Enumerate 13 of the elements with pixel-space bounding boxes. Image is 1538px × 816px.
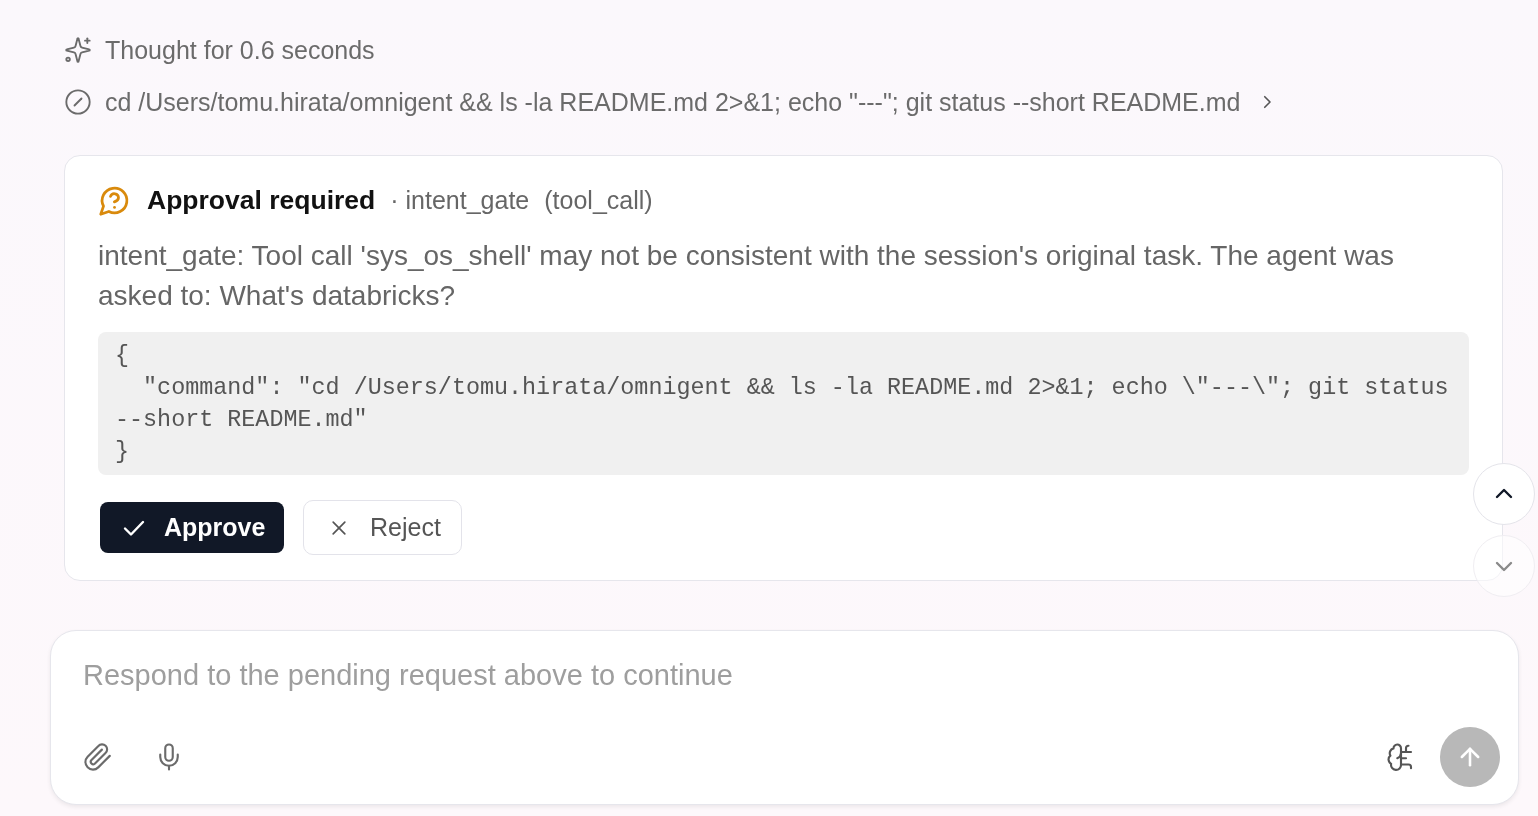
sparkle-icon xyxy=(64,36,92,64)
source-label: · intent_gate xyxy=(390,185,530,215)
circle-slash-icon xyxy=(64,88,92,116)
payload-code-block: { "command": "cd /Users/tomu.hirata/omnigent && ls -la README.md 2>&1; echo \"---\"; git status --short README.md" } xyxy=(98,332,1469,475)
thought-summary: Thought for 0.6 seconds xyxy=(105,35,375,65)
command-text: cd /Users/tomu.hirata/omnigent && ls -la README.md 2>&1; echo "---"; git status --short README.md xyxy=(105,87,1241,117)
approval-message: intent_gate: Tool call 'sys_os_shell' may not be consistent with the session's original task. The agent was asked to: What's databricks? xyxy=(98,239,1395,313)
reject-button[interactable]: Reject xyxy=(303,500,462,555)
approve-button[interactable]: Approve xyxy=(100,502,284,553)
message-input[interactable]: Respond to the pending request above to continue xyxy=(83,653,1500,697)
approval-title: Approval required xyxy=(147,184,376,216)
call-type-label: (tool_call) xyxy=(544,185,653,215)
paperclip-icon[interactable] xyxy=(83,742,113,772)
